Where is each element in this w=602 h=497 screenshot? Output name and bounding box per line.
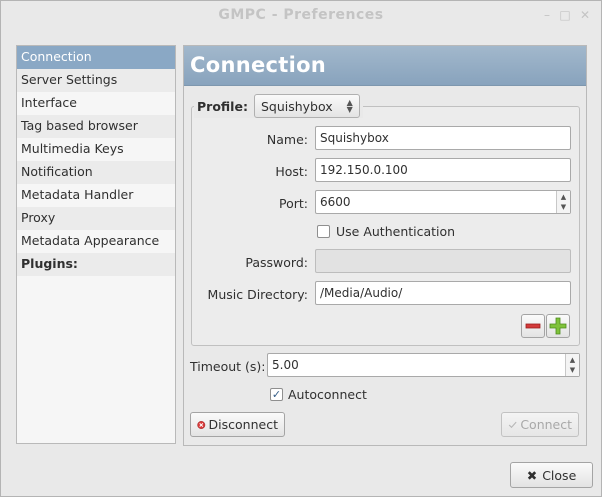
sidebar-item-notification[interactable]: Notification — [17, 161, 175, 184]
sidebar-item-plugins: Plugins: — [17, 253, 175, 276]
disconnect-button[interactable]: Disconnect — [190, 412, 285, 437]
sidebar-item-proxy[interactable]: Proxy — [17, 207, 175, 230]
autoconnect-checkbox[interactable]: ✓ — [270, 388, 283, 401]
close-window-icon[interactable]: ✕ — [577, 7, 593, 23]
connect-button[interactable]: Connect — [501, 412, 579, 437]
profile-select-value: Squishybox — [260, 98, 333, 114]
sidebar-item-metadata-handler[interactable]: Metadata Handler — [17, 184, 175, 207]
name-label: Name: — [266, 132, 308, 147]
port-label: Port: — [279, 196, 308, 211]
port-spinner[interactable]: 6600 ▲ ▼ — [315, 190, 571, 214]
autoconnect-label: Autoconnect — [288, 387, 367, 402]
connect-label: Connect — [520, 417, 572, 432]
panel-header: Connection — [184, 46, 586, 86]
add-profile-button[interactable] — [546, 314, 570, 338]
sidebar: Connection Server Settings Interface Tag… — [16, 45, 176, 444]
sidebar-item-server-settings[interactable]: Server Settings — [17, 69, 175, 92]
host-label: Host: — [275, 164, 308, 179]
password-field — [315, 249, 571, 273]
maximize-icon[interactable]: □ — [557, 7, 573, 23]
name-field[interactable]: Squishybox — [315, 126, 571, 150]
spin-arrows-icon[interactable]: ▲ ▼ — [556, 191, 570, 213]
page-title: Connection — [190, 53, 327, 77]
sidebar-item-interface[interactable]: Interface — [17, 92, 175, 115]
port-value: 6600 — [320, 195, 351, 209]
disconnect-label: Disconnect — [208, 417, 278, 432]
password-label: Password: — [245, 255, 308, 270]
timeout-spinner[interactable]: 5.00 ▲ ▼ — [267, 353, 580, 377]
close-button[interactable]: ✖ Close — [510, 462, 593, 488]
combo-arrows-icon: ▲ ▼ — [346, 98, 353, 114]
profile-label: Profile: — [197, 98, 248, 114]
close-label: Close — [542, 467, 577, 483]
minimize-icon[interactable]: – — [539, 7, 555, 23]
timeout-value: 5.00 — [272, 358, 299, 372]
sidebar-item-multimedia-keys[interactable]: Multimedia Keys — [17, 138, 175, 161]
titlebar[interactable]: GMPC - Preferences – □ ✕ — [1, 1, 601, 31]
timeout-spin-arrows-icon[interactable]: ▲ ▼ — [565, 354, 579, 376]
profile-legend: Profile: Squishybox ▲ ▼ — [194, 94, 363, 118]
close-icon: ✖ — [526, 467, 538, 483]
music-directory-field[interactable]: /Media/Audio/ — [315, 281, 571, 305]
remove-icon — [525, 323, 541, 329]
use-authentication-label: Use Authentication — [336, 224, 456, 239]
use-authentication-checkbox[interactable] — [317, 225, 330, 238]
timeout-label: Timeout (s): — [190, 359, 266, 374]
window-title: GMPC - Preferences — [218, 7, 384, 23]
profile-select[interactable]: Squishybox ▲ ▼ — [253, 94, 360, 118]
checkmark-icon — [508, 421, 517, 428]
disconnect-icon — [197, 420, 206, 429]
sidebar-item-connection[interactable]: Connection — [17, 46, 175, 69]
add-icon — [549, 317, 567, 335]
sidebar-item-metadata-appearance[interactable]: Metadata Appearance — [17, 230, 175, 253]
remove-profile-button[interactable] — [521, 314, 545, 338]
preferences-window: GMPC - Preferences – □ ✕ Connection Serv… — [0, 0, 602, 497]
sidebar-item-tag-based-browser[interactable]: Tag based browser — [17, 115, 175, 138]
host-field[interactable]: 192.150.0.100 — [315, 158, 571, 182]
connection-panel: Connection Profile: Squishybox ▲ ▼ Name: … — [183, 45, 587, 446]
music-directory-label: Music Directory: — [207, 287, 308, 302]
